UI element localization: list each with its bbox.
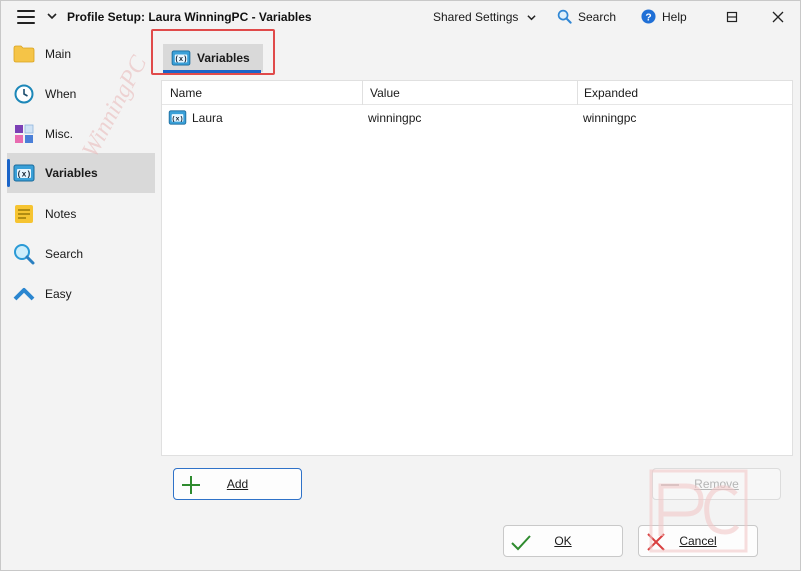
variables-list[interactable]: Name Value Expanded (x) Laura winningpc …: [161, 80, 793, 456]
window-title: Profile Setup: Laura WinningPC - Variabl…: [67, 10, 312, 24]
sidebar-item-notes[interactable]: Notes: [7, 194, 155, 234]
sidebar-item-label: Notes: [45, 207, 77, 221]
search-label: Search: [578, 9, 617, 24]
column-header-value[interactable]: Value: [370, 86, 400, 100]
sidebar-item-label: When: [45, 87, 77, 101]
chevron-down-icon[interactable]: [47, 11, 57, 21]
variables-icon: (x): [168, 110, 187, 125]
tab-label: Variables: [197, 51, 250, 65]
sidebar-item-search[interactable]: Search: [7, 234, 155, 274]
magnifier-icon: [13, 243, 35, 265]
help-button[interactable]: ? Help: [641, 9, 687, 24]
add-button-label: Add: [226, 477, 249, 491]
sidebar-item-label: Search: [45, 247, 84, 261]
tab-active-indicator: [163, 70, 261, 73]
sidebar-item-when[interactable]: When: [7, 74, 155, 114]
sidebar-item-label: Variables: [45, 166, 98, 180]
ok-button[interactable]: OK: [503, 525, 623, 557]
sidebar-item-easy[interactable]: Easy: [7, 274, 155, 314]
cell-expanded: winningpc: [583, 111, 637, 125]
variables-icon: (x): [13, 162, 35, 184]
shared-settings-button[interactable]: Shared Settings: [433, 10, 518, 24]
svg-text:(x): (x): [172, 114, 184, 122]
close-icon[interactable]: [770, 9, 786, 25]
shared-settings-chevron-icon[interactable]: [527, 13, 536, 22]
search-icon: [557, 9, 572, 24]
blocks-icon: [13, 123, 35, 145]
hamburger-menu-icon[interactable]: [17, 10, 35, 24]
notes-icon: [13, 203, 35, 225]
chevron-up-icon: [13, 283, 35, 305]
column-header-name[interactable]: Name: [170, 86, 202, 100]
list-header: Name Value Expanded: [162, 81, 792, 105]
column-header-expanded[interactable]: Expanded: [584, 86, 638, 100]
add-button[interactable]: Add: [173, 468, 302, 500]
cancel-button[interactable]: Cancel: [638, 525, 758, 557]
ok-button-label: OK: [554, 534, 572, 548]
help-label: Help: [662, 9, 687, 24]
cell-name: Laura: [192, 111, 223, 125]
sidebar-item-misc[interactable]: Misc.: [7, 114, 155, 154]
cell-value: winningpc: [368, 111, 422, 125]
search-button[interactable]: Search: [557, 9, 616, 24]
column-separator[interactable]: [577, 81, 578, 105]
table-row[interactable]: (x) Laura winningpc winningpc: [162, 107, 792, 129]
folder-icon: [13, 43, 35, 65]
sidebar: Main When Misc. (x) Variables Notes Sear…: [1, 34, 156, 571]
remove-button-label: Remove: [694, 477, 739, 491]
variables-icon: (x): [171, 50, 191, 66]
profile-setup-window: Profile Setup: Laura WinningPC - Variabl…: [0, 0, 801, 571]
svg-text:?: ?: [645, 12, 651, 23]
sidebar-item-label: Main: [45, 47, 72, 61]
svg-text:(x): (x): [175, 56, 188, 64]
sidebar-item-label: Easy: [45, 287, 72, 301]
column-separator[interactable]: [362, 81, 363, 105]
help-icon: ?: [641, 9, 656, 24]
remove-button[interactable]: Remove: [652, 468, 781, 500]
title-bar: Profile Setup: Laura WinningPC - Variabl…: [1, 1, 800, 33]
tab-variables[interactable]: (x) Variables: [163, 44, 263, 72]
svg-text:(x): (x): [17, 171, 31, 180]
clock-icon: [13, 83, 35, 105]
sidebar-item-label: Misc.: [45, 127, 73, 141]
maximize-icon[interactable]: [724, 9, 740, 25]
sidebar-item-variables[interactable]: (x) Variables: [7, 153, 155, 193]
sidebar-item-main[interactable]: Main: [7, 34, 155, 74]
cancel-button-label: Cancel: [679, 534, 717, 548]
